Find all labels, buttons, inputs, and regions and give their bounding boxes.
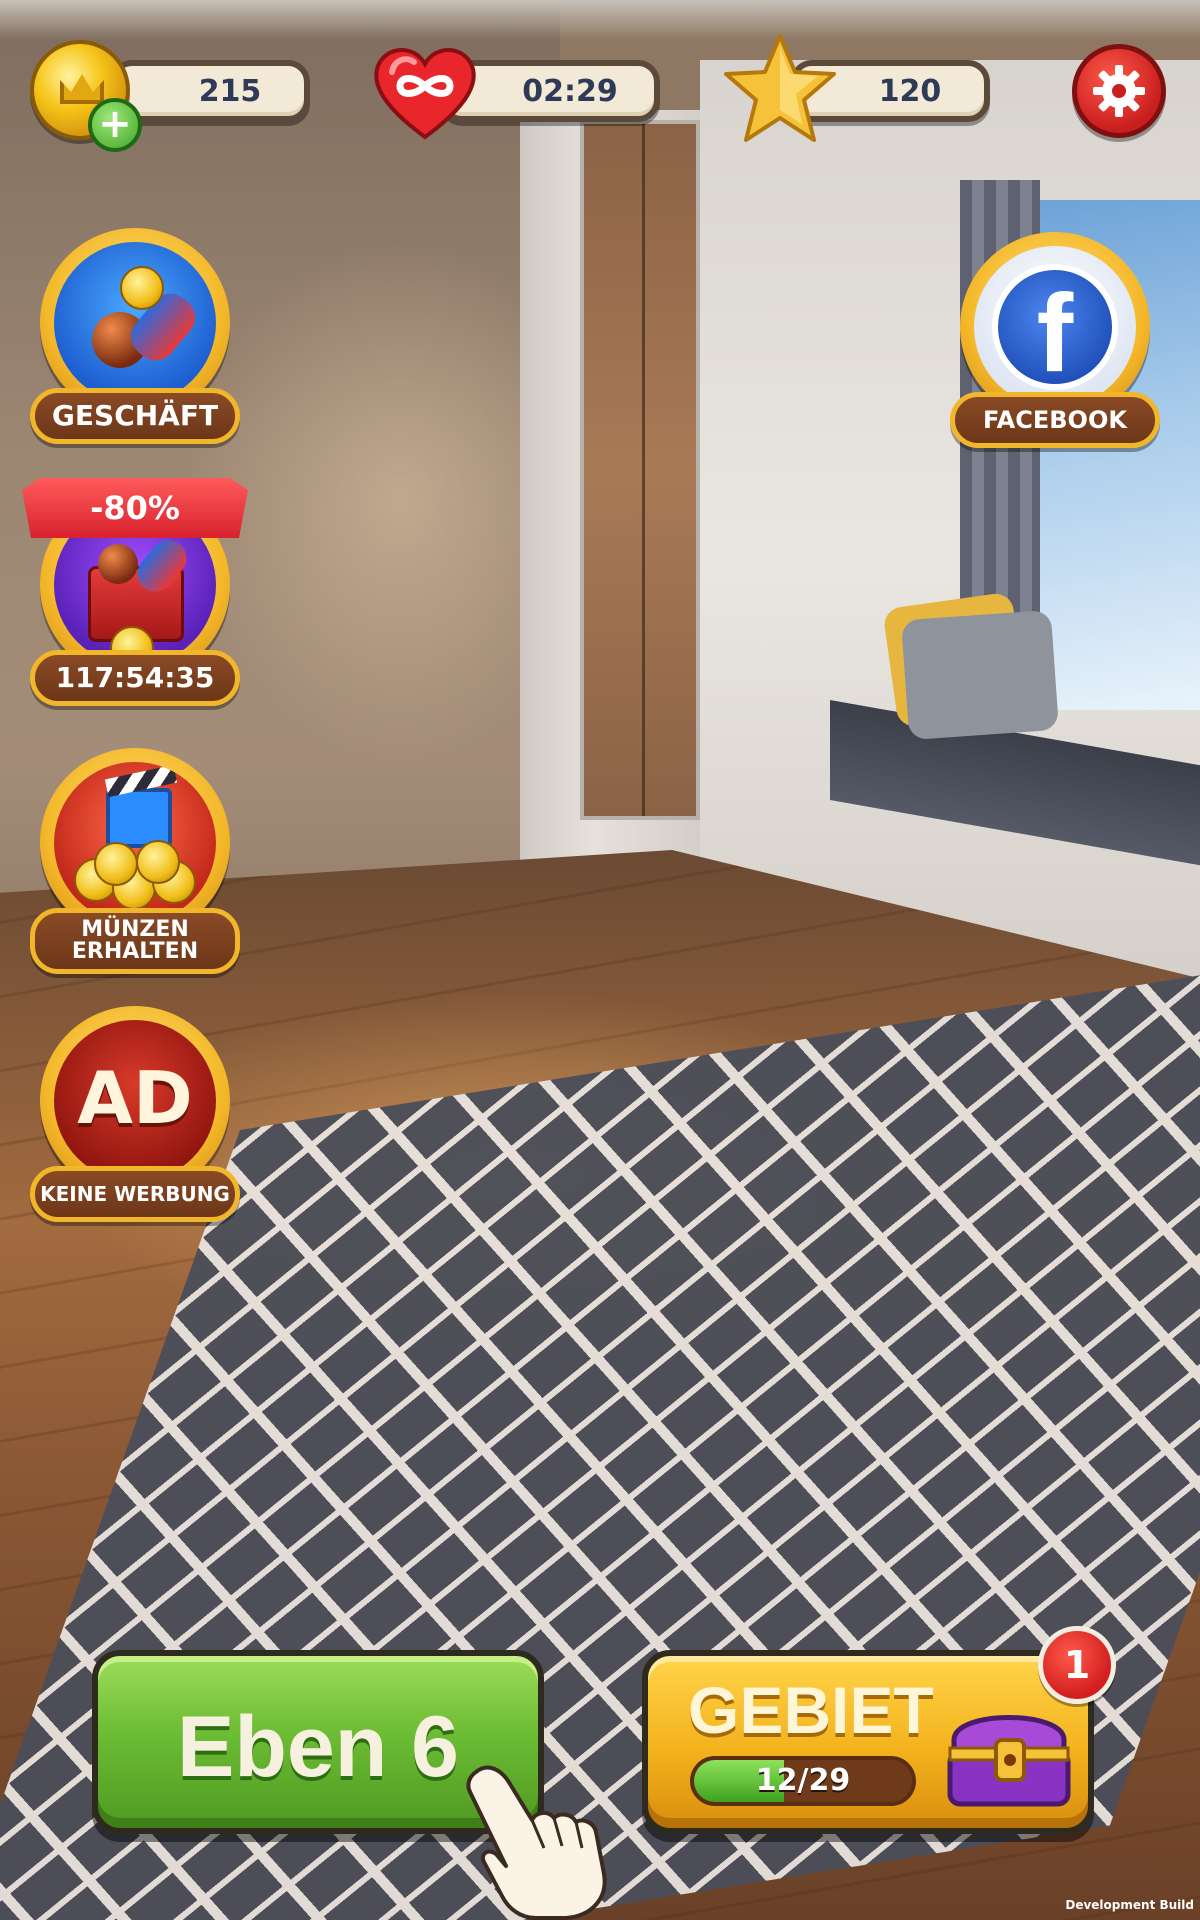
- bomb-icon: [98, 544, 138, 584]
- coin-icon: [120, 266, 164, 310]
- build-label: Development Build: [1065, 1898, 1194, 1912]
- facebook-button[interactable]: f FACEBOOK: [950, 232, 1160, 462]
- ceiling: [0, 0, 1200, 40]
- treasure-chest-icon: [947, 1715, 1071, 1807]
- shop-icon: [54, 242, 216, 404]
- infinite-heart-icon: [374, 48, 476, 140]
- gray-pillow: [900, 609, 1060, 741]
- video-coins-icon: [54, 762, 216, 924]
- earn-coins-line2: ERHALTEN: [71, 939, 199, 964]
- clapperboard-icon: [106, 788, 172, 848]
- stars-value: 120: [878, 73, 942, 109]
- no-ads-icon: AD: [54, 1020, 216, 1182]
- earn-coins-label: MÜNZEN ERHALTEN: [30, 908, 240, 974]
- facebook-icon: f: [992, 264, 1118, 395]
- facebook-label: FACEBOOK: [950, 392, 1160, 448]
- pointing-hand-icon: [466, 1765, 607, 1920]
- coin-icon: [136, 840, 180, 884]
- facebook-icon-bg: f: [974, 246, 1136, 408]
- coins-counter[interactable]: 215: [110, 60, 310, 122]
- ad-icon-text: AD: [77, 1056, 193, 1140]
- sale-timer: 117:54:35: [30, 650, 240, 706]
- shop-label: GESCHÄFT: [30, 388, 240, 444]
- sale-offer-button[interactable]: -80% 117:54:35: [22, 478, 248, 720]
- area-progress-text: 12/29: [755, 1763, 851, 1798]
- discount-ribbon: -80%: [22, 478, 248, 538]
- lives-timer: 02:29: [522, 73, 618, 109]
- notification-badge: 1: [1038, 1626, 1116, 1704]
- crown-icon: [60, 74, 104, 104]
- gear-icon: [1093, 65, 1145, 117]
- settings-button[interactable]: [1072, 44, 1166, 138]
- star-icon: [724, 34, 836, 142]
- wood-panel: [580, 120, 700, 820]
- area-button[interactable]: GEBIET 12/29: [642, 1650, 1094, 1834]
- add-coins-button[interactable]: +: [88, 98, 142, 152]
- earn-coins-line1: MÜNZEN: [81, 917, 189, 942]
- area-label: GEBIET: [688, 1673, 934, 1747]
- earn-coins-button[interactable]: MÜNZEN ERHALTEN: [30, 748, 240, 978]
- remove-ads-button[interactable]: AD KEINE WERBUNG: [30, 1006, 240, 1236]
- coins-value: 215: [198, 73, 262, 109]
- coin-icon: [94, 842, 138, 886]
- area-progress-bar: 12/29: [690, 1756, 916, 1806]
- shop-button[interactable]: GESCHÄFT: [30, 228, 240, 458]
- no-ads-label: KEINE WERBUNG: [30, 1166, 240, 1222]
